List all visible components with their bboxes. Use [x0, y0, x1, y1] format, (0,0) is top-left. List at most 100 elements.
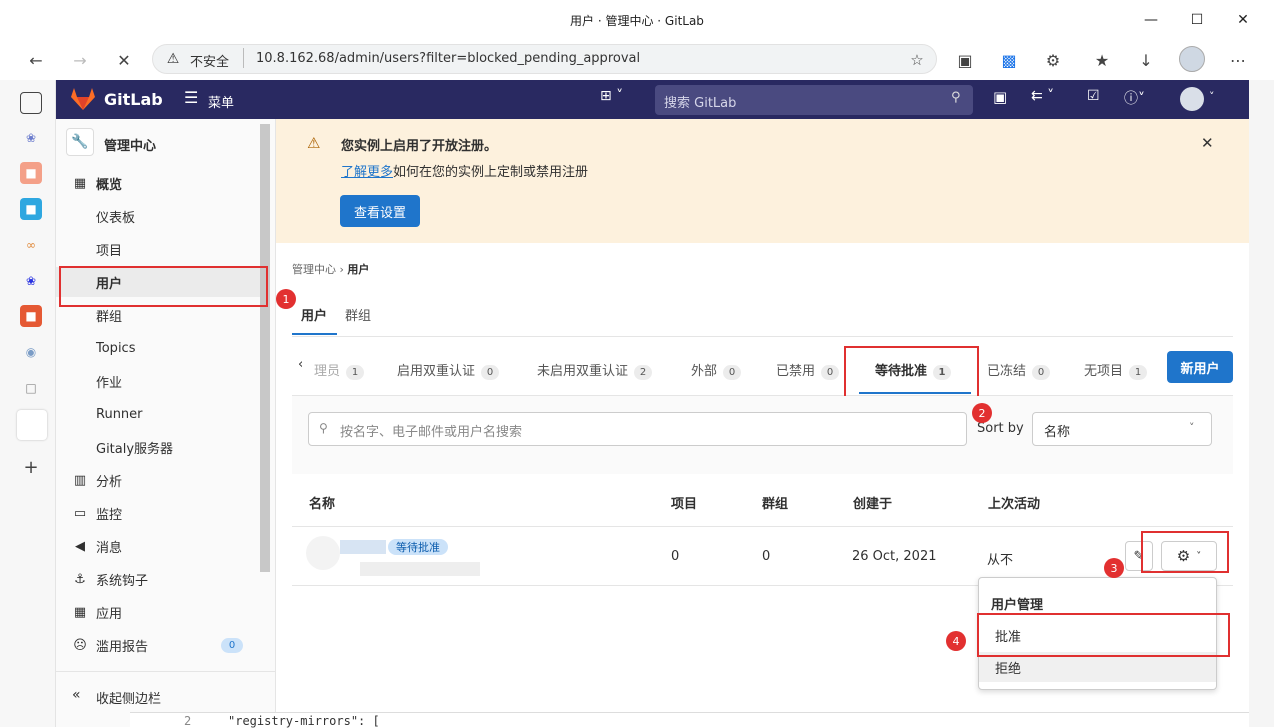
- right-scroll-area: [1249, 80, 1274, 727]
- download-icon[interactable]: ↓: [1132, 46, 1160, 74]
- avatar[interactable]: [306, 536, 340, 570]
- minimize-icon[interactable]: —: [1128, 0, 1174, 40]
- puzzle-icon[interactable]: ⚙: [1039, 46, 1067, 74]
- back-icon[interactable]: ←: [22, 46, 50, 74]
- sidebar-item-overview[interactable]: ▦ 概览: [56, 168, 261, 198]
- tab-groups[interactable]: 群组: [345, 305, 371, 324]
- maximize-icon[interactable]: ☐: [1174, 0, 1220, 40]
- warning-icon: ⚠: [307, 134, 321, 152]
- column-header-groups: 群组: [762, 497, 789, 512]
- monitor-icon: ▭: [73, 505, 87, 521]
- gitlab-logo-icon[interactable]: [70, 87, 96, 111]
- blank-app-icon[interactable]: [17, 410, 47, 440]
- chevron-down-icon[interactable]: ˅: [1209, 90, 1215, 103]
- collapse-icon[interactable]: «: [72, 687, 81, 703]
- jian2-icon[interactable]: ■: [20, 305, 42, 327]
- hook-icon: ⚓: [74, 571, 86, 587]
- tab-active-indicator: [292, 333, 337, 335]
- search-placeholder[interactable]: 搜索 GitLab: [664, 92, 736, 111]
- extension-q-icon[interactable]: ▩: [995, 46, 1023, 74]
- link-icon[interactable]: ∞: [20, 234, 42, 256]
- sidebar-item-monitoring[interactable]: ▭ 监控: [56, 498, 261, 528]
- annotation-3: 3: [1104, 558, 1124, 578]
- favorites-icon[interactable]: ★: [1088, 46, 1116, 74]
- new-dropdown-icon[interactable]: ⊞ ˅: [600, 88, 623, 104]
- chevron-down-icon[interactable]: ˅: [1189, 421, 1195, 434]
- window-title: 用户 · 管理中心 · GitLab: [570, 13, 704, 28]
- sidebar-item-topics[interactable]: Topics: [56, 333, 261, 363]
- collapse-sidebar[interactable]: 收起侧边栏: [96, 688, 161, 707]
- sort-value[interactable]: 名称: [1044, 421, 1070, 440]
- tab-2fa-enabled[interactable]: 启用双重认证 0: [397, 360, 500, 380]
- status-badge: 等待批准: [388, 539, 448, 555]
- dropdown-header: 用户管理: [991, 598, 1044, 613]
- redacted-name: [340, 540, 386, 554]
- sidebar-item-messages[interactable]: ◀ 消息: [56, 531, 261, 561]
- tab-actions-icon[interactable]: [20, 92, 42, 114]
- extension-icon[interactable]: ▣: [951, 46, 979, 74]
- close-icon[interactable]: ✕: [1201, 134, 1214, 152]
- alert-title: 您实例上启用了开放注册。: [341, 139, 498, 154]
- tab-admins[interactable]: 理员 1: [314, 360, 365, 380]
- highlight-box-pending-tab: [844, 346, 979, 402]
- gitlab-brand[interactable]: GitLab: [104, 90, 163, 109]
- search-icon[interactable]: ⚲: [951, 90, 961, 105]
- hamburger-icon[interactable]: ☰: [184, 88, 198, 107]
- column-header-created: 创建于: [853, 497, 893, 512]
- menu-label[interactable]: 菜单: [208, 92, 234, 111]
- column-header-projects: 项目: [671, 497, 698, 512]
- wrench-icon: 🔧: [66, 128, 94, 156]
- sidebar-item-applications[interactable]: ▦ 应用: [56, 597, 261, 627]
- merge-requests-icon[interactable]: ⇇ ˅: [1031, 88, 1054, 104]
- jian-icon[interactable]: ■: [20, 162, 42, 184]
- grid-icon: ▦: [73, 175, 87, 191]
- search-icon: ⚲: [319, 421, 328, 435]
- close-window-icon[interactable]: ✕: [1220, 0, 1266, 40]
- breadcrumb-root[interactable]: 管理中心: [292, 263, 336, 276]
- sidebar-scrollbar[interactable]: [260, 124, 270, 572]
- favorite-add-icon[interactable]: ☆: [903, 46, 931, 74]
- annotation-4: 4: [946, 631, 966, 651]
- divider: [56, 671, 275, 672]
- tab-2fa-disabled[interactable]: 未启用双重认证 2: [537, 360, 653, 380]
- tab-blocked[interactable]: 已禁用 0: [776, 360, 840, 380]
- sidebar-item-runner[interactable]: Runner: [56, 399, 261, 429]
- sidebar-item-gitaly[interactable]: Gitaly服务器: [56, 432, 261, 462]
- highlight-box-approve: [977, 613, 1230, 657]
- zhi-icon[interactable]: ■: [20, 198, 42, 220]
- paw-icon[interactable]: ❀: [20, 127, 42, 149]
- search-placeholder[interactable]: 按名字、电子邮件或用户名搜索: [340, 421, 522, 440]
- view-settings-button[interactable]: 查看设置: [340, 195, 420, 227]
- add-icon[interactable]: +: [20, 456, 42, 478]
- tab-external[interactable]: 外部 0: [691, 360, 742, 380]
- security-label: 不安全: [190, 55, 230, 70]
- user-avatar[interactable]: [1180, 87, 1204, 111]
- sidebar-item-dashboard[interactable]: 仪表板: [56, 201, 261, 231]
- sidebar-item-system-hooks[interactable]: ⚓ 系统钩子: [56, 564, 261, 594]
- help-icon[interactable]: ⓘ˅: [1124, 88, 1145, 108]
- sidebar-item-analytics[interactable]: ▥ 分析: [56, 465, 261, 495]
- profile-avatar[interactable]: [1179, 46, 1205, 72]
- stop-icon[interactable]: ✕: [110, 46, 138, 74]
- learn-more-link[interactable]: 了解更多: [341, 165, 393, 180]
- scroll-left-icon[interactable]: ‹: [298, 357, 303, 372]
- tab-users[interactable]: 用户: [301, 305, 327, 324]
- tab-without-projects[interactable]: 无项目 1: [1084, 360, 1148, 380]
- paw2-icon[interactable]: ❀: [20, 270, 42, 292]
- gitlab-header: [56, 80, 1249, 119]
- issues-icon[interactable]: ▣: [993, 88, 1007, 106]
- document-icon[interactable]: □: [20, 377, 42, 399]
- code-line: "registry-mirrors": [: [228, 714, 380, 728]
- sidebar-header[interactable]: 管理中心: [104, 135, 156, 154]
- globe-icon[interactable]: ◉: [20, 341, 42, 363]
- sidebar-item-jobs[interactable]: 作业: [56, 366, 261, 396]
- tab-deactivated[interactable]: 已冻结 0: [987, 360, 1051, 380]
- more-icon[interactable]: ⋯: [1224, 46, 1252, 74]
- url-text[interactable]: 10.8.162.68/admin/users?filter=blocked_p…: [256, 51, 640, 66]
- abuse-count-badge: 0: [221, 638, 243, 653]
- forward-icon[interactable]: →: [66, 46, 94, 74]
- todo-icon[interactable]: ☑: [1087, 88, 1100, 104]
- reject-label[interactable]: 拒绝: [995, 658, 1021, 677]
- sidebar-item-projects[interactable]: 项目: [56, 234, 261, 264]
- new-user-button[interactable]: 新用户: [1167, 351, 1233, 383]
